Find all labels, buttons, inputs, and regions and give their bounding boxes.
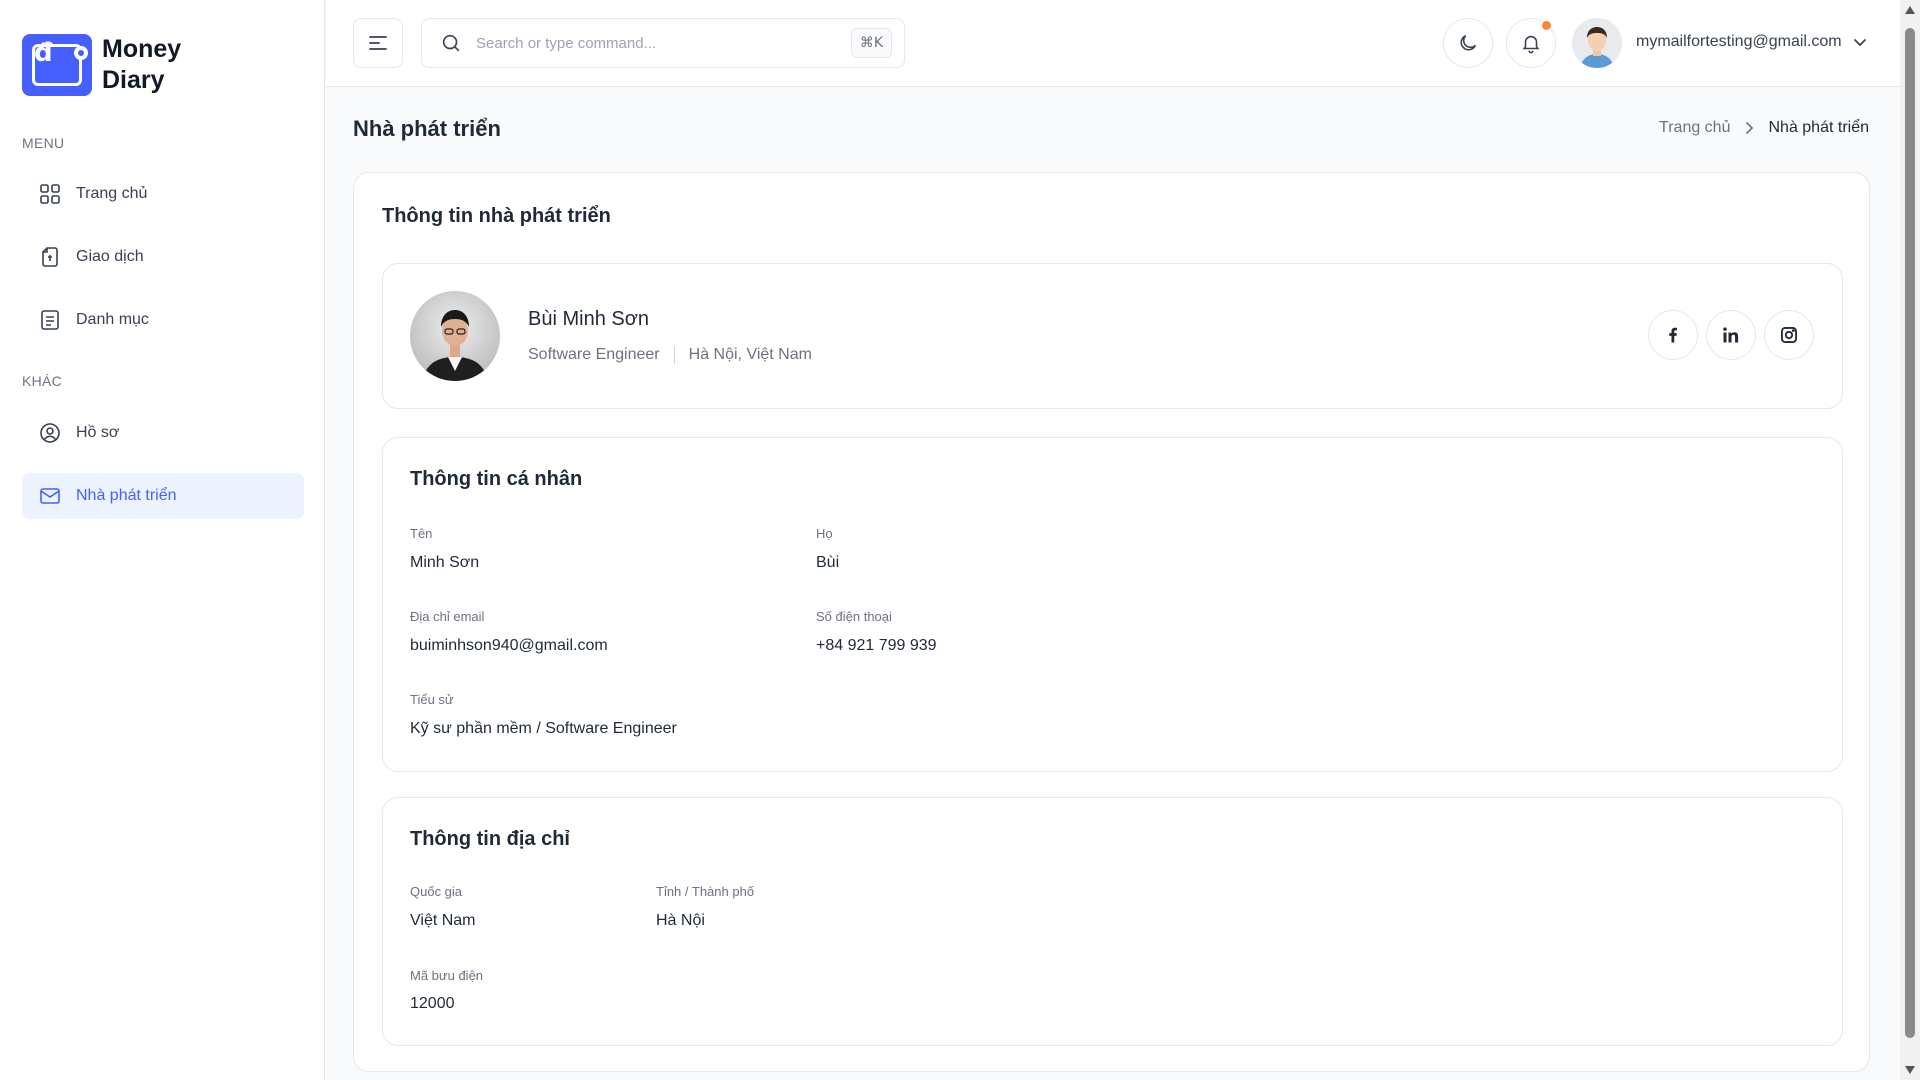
developer-location: Hà Nội, Việt Nam [688,346,812,363]
sidebar-item-label: Danh mục [76,311,149,328]
sidebar-item-label: Hồ sơ [76,424,120,441]
chevron-down-icon[interactable] [1852,34,1868,50]
scroll-down-arrow-icon[interactable] [1905,1066,1915,1074]
notification-button[interactable] [1506,18,1556,68]
sidebar-item-developer[interactable]: Nhà phát triển [22,473,304,519]
facebook-icon [1669,327,1677,343]
first-name-label: Tên [410,526,433,541]
facebook-button[interactable] [1648,310,1698,360]
breadcrumb: Trang chủ Nhà phát triển [1659,119,1869,137]
user-avatar[interactable] [1572,18,1622,68]
bell-icon [1522,35,1540,54]
search-shortcut-badge: ⌘K [850,28,892,58]
search-icon [442,34,460,52]
user-email[interactable]: mymailfortesting@gmail.com [1636,33,1842,51]
linkedin-button[interactable] [1706,310,1756,360]
city-value: Hà Nội [656,912,705,929]
country-label: Quốc gia [410,884,463,899]
bio-value: Kỹ sư phần mềm / Software Engineer [410,720,677,737]
menu-heading: MENU [22,135,65,151]
sidebar-item-categories[interactable]: Danh mục [22,297,304,343]
top-header: ⌘K mymailfortesting@gmail.com [326,0,1900,87]
sidebar-item-label: Giao dịch [76,248,144,265]
avatar-image [1572,18,1622,68]
developer-photo [410,291,500,381]
breadcrumb-home-link[interactable]: Trang chủ [1659,119,1730,137]
address-info-title: Thông tin địa chỉ [410,828,570,850]
scroll-up-arrow-icon[interactable] [1905,6,1915,14]
chevron-right-icon [1746,122,1754,134]
first-name-value: Minh Sơn [410,554,480,571]
grid-icon [40,184,60,204]
search-bar: ⌘K [421,18,905,68]
instagram-icon [1781,327,1797,343]
app-logo[interactable]: đ Money Diary [22,34,222,96]
phone-value: +84 921 799 939 [816,637,937,654]
postal-label: Mã bưu điện [410,968,484,983]
menu-icon [369,36,387,50]
document-icon [42,247,58,267]
sidebar-item-home[interactable]: Trang chủ [22,171,304,217]
developer-card: Thông tin nhà phát triển Bùi Minh Sơn So… [353,172,1870,1072]
sidebar-item-label: Trang chủ [76,185,148,202]
developer-meta: Software Engineer Hà Nội, Việt Nam [528,346,812,364]
page-title: Nhà phát triển [353,116,501,141]
country-value: Việt Nam [410,912,476,929]
phone-label: Số điện thoại [816,609,892,624]
postal-value: 12000 [410,995,455,1012]
wallet-logo-icon: đ [22,34,92,96]
app-name: Money Diary [102,35,182,94]
breadcrumb-current: Nhà phát triển [1768,119,1869,136]
last-name-value: Bùi [816,554,840,571]
sidebar-item-profile[interactable]: Hồ sơ [22,410,304,456]
personal-info-title: Thông tin cá nhân [410,468,583,490]
address-info-section: Thông tin địa chỉ Quốc gia Việt Nam Tỉnh… [382,797,1843,1046]
email-value: buiminhson940@gmail.com [410,637,608,654]
linkedin-icon [1723,327,1739,343]
instagram-button[interactable] [1764,310,1814,360]
meta-divider [673,346,675,364]
search-input[interactable] [476,34,836,52]
scrollbar-thumb[interactable] [1905,28,1915,1038]
developer-name: Bùi Minh Sơn [528,308,649,330]
sidebar-item-label: Nhà phát triển [76,487,177,504]
other-heading: KHÁC [22,373,63,389]
sidebar-item-transactions[interactable]: Giao dịch [22,234,304,280]
mail-icon [40,488,60,504]
personal-info-section: Thông tin cá nhân Tên Minh Sơn Họ Bùi Đị… [382,437,1843,772]
email-label: Địa chỉ email [410,609,485,624]
sidebar-toggle-button[interactable] [353,18,403,68]
city-label: Tỉnh / Thành phố [656,884,755,899]
developer-role: Software Engineer [528,346,660,363]
profile-summary: Bùi Minh Sơn Software Engineer Hà Nội, V… [382,263,1843,409]
sidebar: đ Money Diary MENU Trang chủ Giao dịch D… [0,0,325,1080]
theme-toggle-button[interactable] [1443,18,1493,68]
bio-label: Tiểu sử [410,692,454,707]
user-circle-icon [40,423,60,443]
page-scrollbar[interactable] [1900,0,1920,1080]
list-icon [41,310,59,330]
last-name-label: Họ [816,526,833,541]
moon-icon [1460,34,1477,51]
developer-card-title: Thông tin nhà phát triển [382,205,611,227]
notification-dot [1542,21,1551,30]
developer-avatar [410,291,500,381]
